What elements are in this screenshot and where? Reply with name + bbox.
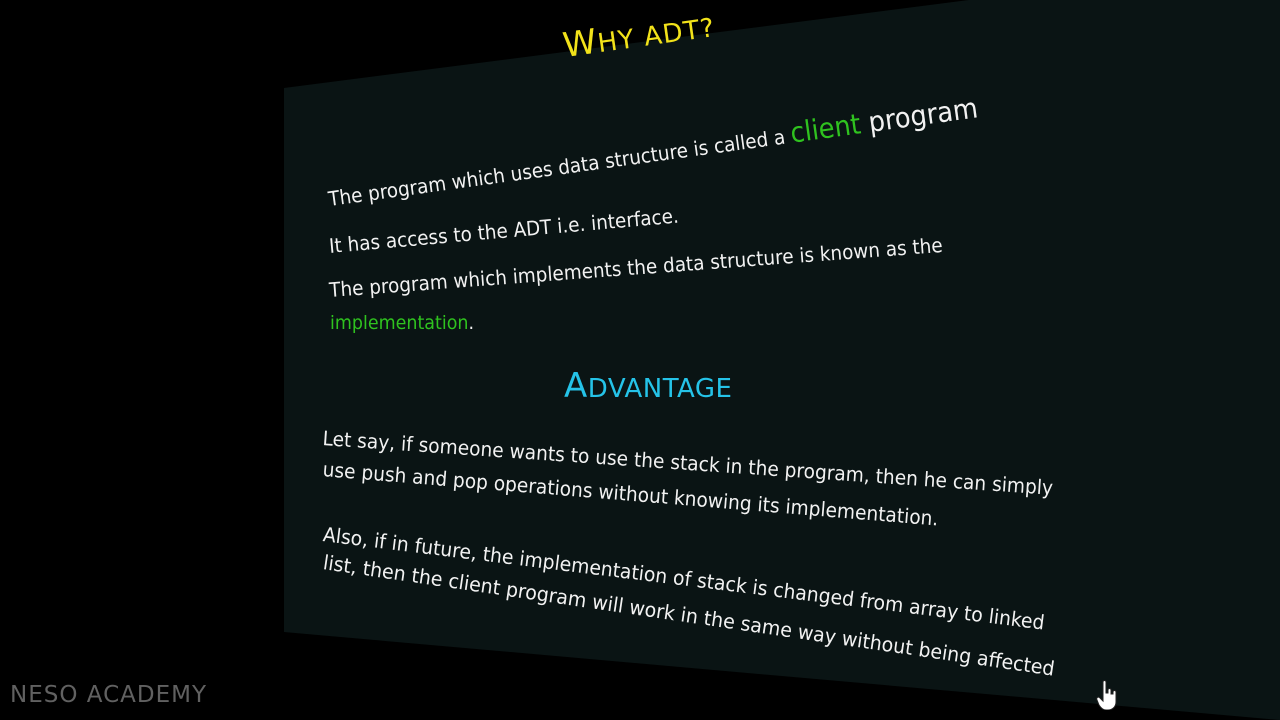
watermark-logo: NESO ACADEMY bbox=[10, 682, 208, 708]
implementation-term: implementation bbox=[330, 312, 469, 334]
advantage-heading: ADVANTAGE bbox=[564, 366, 733, 406]
video-frame: WHY ADT? The program which uses data str… bbox=[0, 0, 1280, 720]
mouse-pointer-icon bbox=[1096, 680, 1117, 710]
text-line-implementation-term: implementation. bbox=[330, 312, 475, 334]
